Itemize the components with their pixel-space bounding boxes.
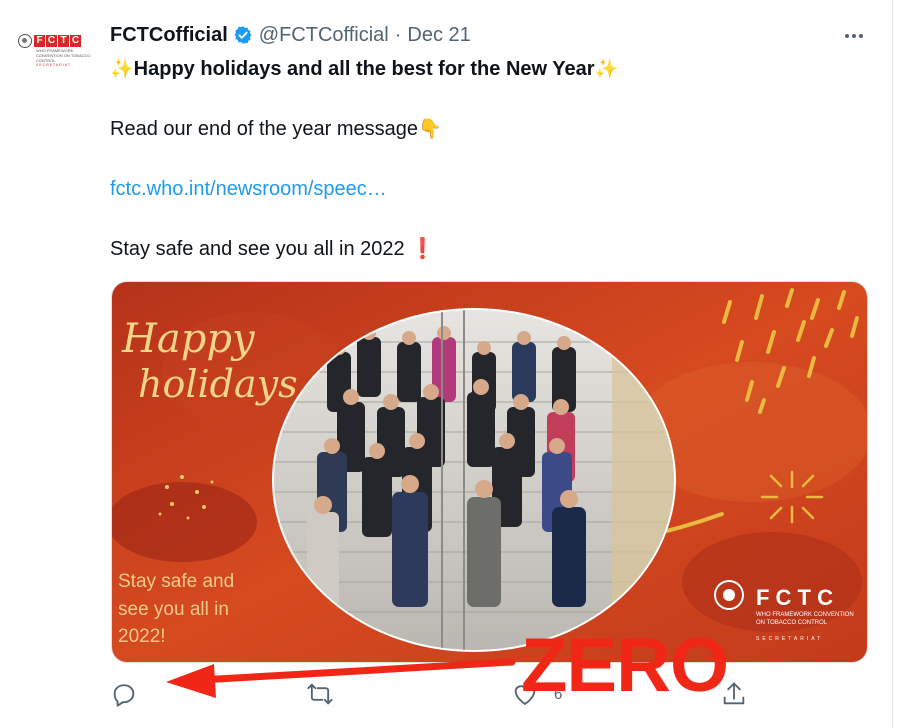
logo-letter: F	[34, 35, 45, 47]
tweet-date[interactable]: Dec 21	[407, 24, 470, 47]
tweet-text-line: Stay safe and see you all in 2022 ❗	[110, 236, 435, 262]
logo-letter: C	[70, 35, 81, 47]
pointing-down-emoji: 👇	[417, 118, 442, 140]
card-stay-line1: Stay safe and	[118, 571, 234, 592]
sparkles-emoji: ✨	[594, 58, 619, 80]
annotation-zero-label: ZERO	[521, 623, 729, 708]
tweet-headline: Happy holidays and all the best for the …	[133, 58, 595, 80]
avatar-secretariat: SECRETARIAT	[36, 63, 71, 67]
tweet-text-line: ✨Happy holidays and all the best for the…	[110, 56, 618, 82]
verified-badge-icon	[234, 26, 252, 44]
card-stay-line3: 2022!	[118, 626, 166, 647]
tweet-text-line: Read our end of the year message👇	[110, 116, 442, 142]
card-logo-line2: ON TOBACCO CONTROL	[756, 620, 828, 626]
who-emblem-icon	[18, 34, 32, 48]
holiday-card-image: Happy holidays Stay safe and see you all…	[112, 282, 867, 662]
avatar[interactable]: F C T C WHO FRAMEWORK CONVENTION ON TOBA…	[18, 34, 92, 74]
reply-icon[interactable]	[110, 680, 138, 708]
card-logo-line1: WHO FRAMEWORK CONVENTION	[756, 612, 854, 618]
tweet-actions	[0, 672, 898, 716]
author-handle[interactable]: @FCTCofficial	[259, 24, 389, 47]
tweet-closing-line: Stay safe and see you all in 2022	[110, 238, 405, 260]
fctc-logo: F C T C	[18, 34, 92, 48]
sparkles-emoji: ✨	[110, 58, 134, 80]
tweet-text-line: fctc.who.int/newsroom/speec…	[110, 176, 387, 202]
tweet-image[interactable]: Happy holidays Stay safe and see you all…	[111, 281, 868, 663]
logo-letter: T	[58, 35, 69, 47]
tweet-message-line: Read our end of the year message	[110, 118, 418, 140]
card-stay-line2: see you all in	[118, 599, 229, 620]
timeline-border	[892, 0, 893, 728]
avatar-subtitle: WHO FRAMEWORK CONVENTION ON TOBACCO CONT…	[36, 48, 91, 63]
separator-dot: ·	[394, 23, 402, 46]
tweet-header: FCTCofficial @FCTCofficial · Dec 21	[110, 22, 471, 48]
red-exclamation-emoji: ❗	[410, 238, 436, 260]
card-greeting-line2: holidays	[138, 362, 298, 406]
more-options-button[interactable]	[838, 24, 870, 48]
author-name[interactable]: FCTCofficial	[110, 24, 228, 47]
card-logo-line3: SECRETARIAT	[756, 636, 823, 642]
card-logo-letters: F C T C	[756, 585, 833, 610]
logo-letter: C	[46, 35, 57, 47]
more-options-icon	[845, 34, 849, 38]
retweet-icon[interactable]	[306, 680, 334, 708]
card-greeting-line1: Happy	[121, 316, 256, 362]
tweet-link[interactable]: fctc.who.int/newsroom/speec…	[110, 178, 387, 200]
